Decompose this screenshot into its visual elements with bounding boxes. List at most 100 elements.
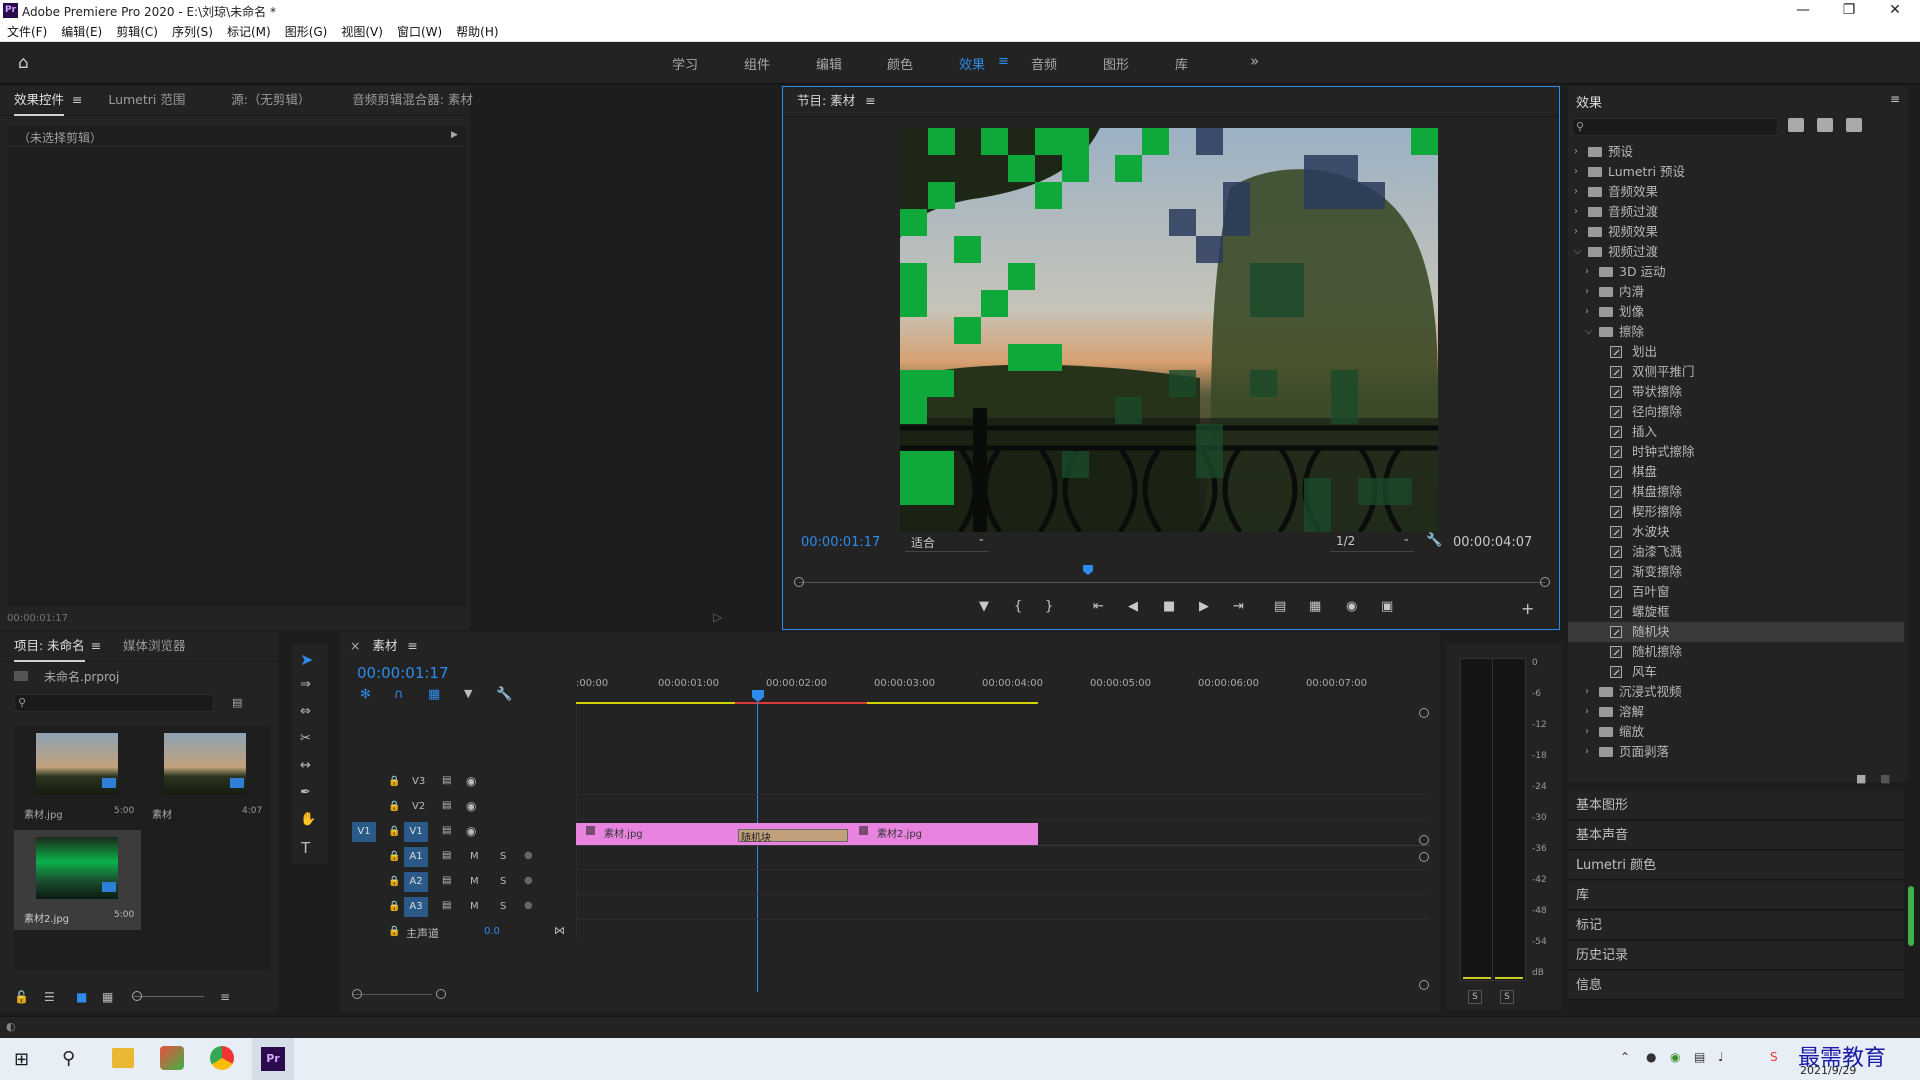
tray-chevron-icon[interactable]: ⌃ [1620,1050,1630,1064]
filter-icon[interactable]: ▷ [713,610,722,624]
chevron-right-icon[interactable]: › [1585,262,1589,282]
lock-icon[interactable]: 🔒 [388,901,400,912]
more-workspaces-icon[interactable]: » [1250,52,1259,70]
menu-edit[interactable]: 编辑(E) [54,22,109,42]
track-label[interactable]: A2 [404,872,428,892]
effects-tree-item[interactable]: 风车 [1568,662,1904,682]
go-to-out-icon[interactable]: ⇥ [1233,599,1244,614]
effects-tree-item[interactable]: › 3D 运动 [1568,262,1904,282]
effects-tree-item[interactable]: ⌵ 擦除 [1568,322,1904,342]
wrench-icon[interactable]: 🔧 [496,687,512,702]
lock-icon[interactable]: 🔒 [388,851,400,862]
chevron-right-icon[interactable]: › [1585,702,1589,722]
workspace-libraries[interactable]: 库 [1175,54,1188,73]
effects-tree-item[interactable]: › 溶解 [1568,702,1904,722]
menu-clip[interactable]: 剪辑(C) [109,22,165,42]
sync-lock-icon[interactable]: ▤ [442,825,451,836]
chrome-icon[interactable] [210,1046,234,1070]
tab-lumetri-scopes[interactable]: Lumetri 范围 [108,86,185,114]
stop-icon[interactable]: ■ [1163,599,1175,614]
project-item[interactable]: 素材2.jpg 5:00 [14,830,141,930]
tray-app-icon[interactable]: ◉ [1670,1050,1680,1064]
effects-tree-item[interactable]: › 沉浸式视频 [1568,682,1904,702]
menu-sequence[interactable]: 序列(S) [165,22,220,42]
chevron-right-icon[interactable]: › [1585,282,1589,302]
vertical-zoom-handle[interactable] [1419,980,1429,990]
solo-button[interactable]: S [500,876,506,887]
effects-tree-item[interactable]: 带状擦除 [1568,382,1904,402]
effects-tree-item[interactable]: 划出 [1568,342,1904,362]
lift-icon[interactable]: ▤ [1274,599,1286,614]
type-tool-icon[interactable]: T [301,839,310,857]
list-view-icon[interactable]: ☰ [44,990,55,1004]
workspace-effects[interactable]: 效果 [959,54,985,73]
timeline-timecode[interactable]: 00:00:01:17 [357,664,449,682]
vertical-zoom-handle[interactable] [1419,835,1429,845]
add-marker-icon[interactable]: ▼ [979,599,989,614]
horizontal-zoom-end[interactable] [436,989,446,999]
effects-tree-item[interactable]: › 音频效果 [1568,182,1904,202]
mark-out-icon[interactable]: } [1045,599,1053,614]
tab-source[interactable]: 源:（无剪辑） [231,86,310,114]
vertical-zoom-handle[interactable] [1419,708,1429,718]
workspace-learn[interactable]: 学习 [672,54,698,73]
effects-search-input[interactable]: ⚲ [1572,118,1778,136]
panel-menu-icon[interactable]: ≡ [865,87,875,115]
workspace-assembly[interactable]: 组件 [744,54,770,73]
freeform-view-icon[interactable]: ▦ [102,990,113,1004]
app-icon[interactable] [160,1046,184,1070]
accelerated-effects-icon[interactable] [1788,118,1804,132]
new-search-bin-icon[interactable]: ▤ [232,696,242,709]
close-button[interactable]: ✕ [1872,0,1918,22]
effects-tree-item[interactable]: 棋盘擦除 [1568,482,1904,502]
tray-notify-icon[interactable]: ● [1646,1050,1656,1064]
effects-tree-item[interactable]: 双侧平推门 [1568,362,1904,382]
mark-in-icon[interactable]: { [1014,599,1022,614]
chevron-right-icon[interactable]: › [1574,162,1578,182]
go-to-in-icon[interactable]: ⇤ [1093,599,1104,614]
resolution-dropdown[interactable]: 1/2 ⌄ [1330,534,1414,552]
ripple-edit-tool-icon[interactable]: ⇔ [300,704,311,719]
scrubber-start-handle[interactable] [794,577,804,587]
mic-icon[interactable]: ● [524,850,533,861]
pen-tool-icon[interactable]: ✒ [300,785,311,800]
nest-icon[interactable]: ✻ [360,687,371,702]
network-icon[interactable]: ▤ [1694,1050,1705,1064]
compare-icon[interactable]: ▣ [1381,599,1393,614]
camera-icon[interactable]: ◉ [1346,599,1357,614]
solo-button[interactable]: S [500,851,506,862]
mic-icon[interactable]: ● [524,875,533,886]
timeline-playhead-marker[interactable] [752,690,764,702]
master-volume-value[interactable]: 0.0 [484,926,500,937]
sync-lock-icon[interactable]: ▤ [442,850,451,861]
workspace-audio[interactable]: 音频 [1031,54,1057,73]
close-tab-icon[interactable]: × [350,632,360,660]
hand-tool-icon[interactable]: ✋ [300,812,316,827]
menu-help[interactable]: 帮助(H) [449,22,505,42]
chevron-down-icon[interactable]: ⌵ [1574,242,1582,262]
minimize-button[interactable]: — [1780,0,1826,22]
32bit-effects-icon[interactable] [1817,118,1833,132]
lock-icon[interactable]: 🔒 [388,876,400,887]
tab-media-browser[interactable]: 媒体浏览器 [123,632,186,660]
zoom-slider-handle[interactable] [132,991,142,1001]
wrench-icon[interactable]: 🔧 [1426,533,1442,548]
sync-lock-icon[interactable]: ▤ [442,900,451,911]
maximize-button[interactable]: ❐ [1826,0,1872,22]
effects-tree-item[interactable]: › 内滑 [1568,282,1904,302]
workspace-color[interactable]: 颜色 [887,54,913,73]
chevron-right-icon[interactable]: › [1585,742,1589,762]
chevron-right-icon[interactable]: › [1574,202,1578,222]
sync-lock-icon[interactable]: ▤ [442,800,451,811]
mute-button[interactable]: M [470,901,479,912]
project-search-input[interactable]: ⚲ [14,694,214,712]
project-item[interactable]: 素材.jpg 5:00 [14,726,141,826]
effects-tree-item[interactable]: 棋盘 [1568,462,1904,482]
eye-icon[interactable]: ◉ [466,774,476,788]
chevron-right-icon[interactable]: › [1574,182,1578,202]
effects-tree-item[interactable]: 径向擦除 [1568,402,1904,422]
mute-button[interactable]: M [470,851,479,862]
extract-icon[interactable]: ▦ [1309,599,1321,614]
panel-menu-icon[interactable]: ≡ [91,632,101,660]
slip-tool-icon[interactable]: ↔ [300,758,311,773]
